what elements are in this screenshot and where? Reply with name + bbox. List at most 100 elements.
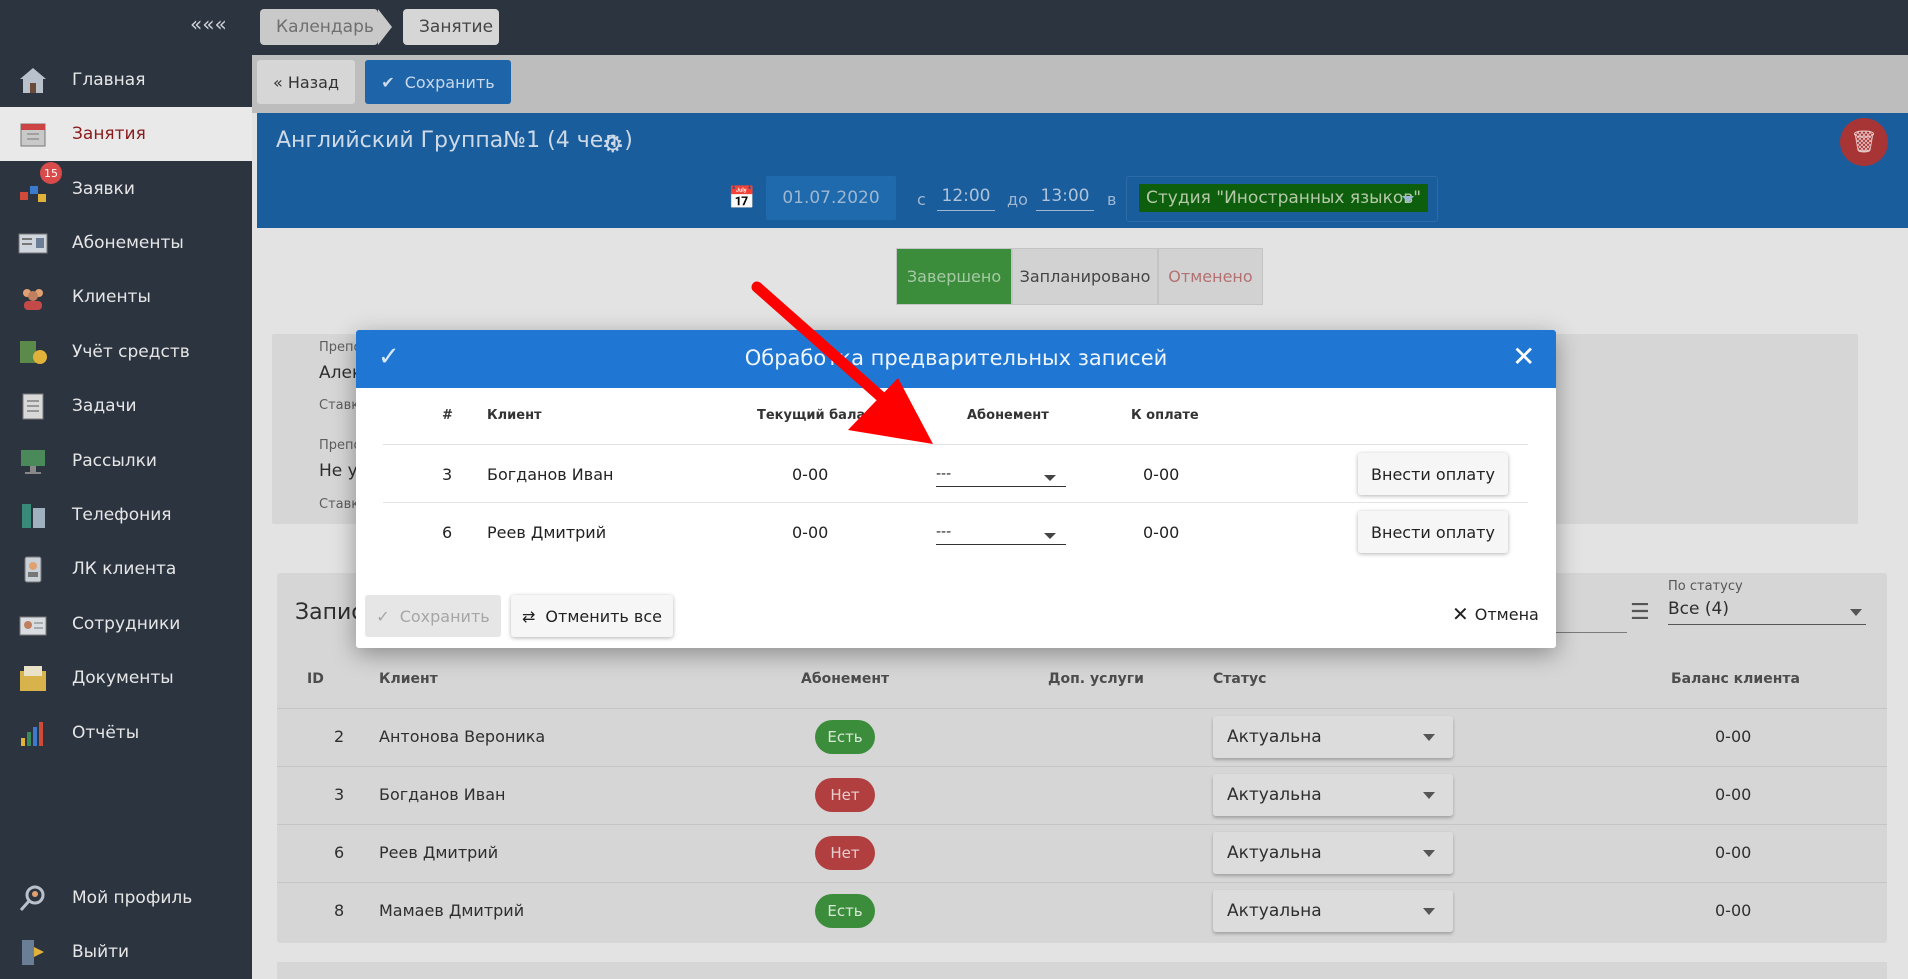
- dialog-subscription-select[interactable]: ---: [936, 524, 1066, 545]
- check-icon: ✔: [381, 72, 395, 92]
- row-id: 8: [334, 901, 345, 920]
- sidebar-item-label: Документы: [72, 668, 174, 688]
- divider: [383, 502, 1528, 503]
- sidebar-item-label: Телефония: [72, 505, 172, 525]
- cancel-all-button[interactable]: ⇄ Отменить все: [511, 595, 673, 637]
- row-balance: 0-00: [1715, 843, 1752, 862]
- sidebar-item-subscriptions[interactable]: Абонементы: [0, 216, 252, 270]
- row-client[interactable]: Мамаев Дмитрий: [379, 901, 524, 920]
- dialog-row-client: Реев Дмитрий: [487, 523, 607, 542]
- logout-label: Выйти: [72, 942, 130, 962]
- sidebar-item-label: Отчёты: [72, 723, 140, 743]
- home-icon: [18, 65, 48, 95]
- dialog-column-balance: Текущий баланс: [757, 408, 882, 423]
- table-row[interactable]: [277, 766, 1887, 824]
- sidebar-item-label: ЛК клиента: [72, 559, 177, 579]
- dialog-row-client: Богданов Иван: [487, 465, 614, 484]
- column-header-services: Доп. услуги: [1048, 671, 1144, 687]
- rate-label: Ставк: [319, 398, 360, 413]
- sidebar-item-telephony[interactable]: Телефония: [0, 488, 252, 542]
- row-status-select[interactable]: Актуальна: [1213, 890, 1453, 932]
- sidebar-item-reports[interactable]: Отчёты: [0, 706, 252, 760]
- table-row[interactable]: [277, 824, 1887, 882]
- delete-lesson-button[interactable]: 🗑: [1840, 118, 1888, 166]
- rate2-label: Ставк: [319, 497, 360, 512]
- tab-planned[interactable]: Запланировано: [1012, 248, 1158, 305]
- subscription-badge: Нет: [815, 836, 875, 870]
- dialog-cancel-button[interactable]: ✕ Отмена: [1452, 602, 1539, 626]
- calendar-icon: [18, 119, 48, 149]
- gear-icon[interactable]: ⚙: [602, 130, 624, 158]
- add-payment-button[interactable]: Внести оплату: [1358, 453, 1508, 495]
- dialog-subscription-select[interactable]: ---: [936, 466, 1066, 487]
- sidebar-item-mailings[interactable]: Рассылки: [0, 434, 252, 488]
- row-balance: 0-00: [1715, 727, 1752, 746]
- filter-icon[interactable]: ☰: [1630, 600, 1650, 625]
- breadcrumb-calendar[interactable]: Календарь: [260, 9, 392, 45]
- sidebar-item-staff[interactable]: Сотрудники: [0, 597, 252, 651]
- dialog-column-subscription: Абонемент: [967, 408, 1049, 423]
- chevron-down-icon[interactable]: [1402, 196, 1414, 203]
- row-balance: 0-00: [1715, 901, 1752, 920]
- row-client[interactable]: Реев Дмитрий: [379, 843, 498, 862]
- sidebar-item-finance[interactable]: Учёт средств: [0, 325, 252, 379]
- save-button-label: Сохранить: [404, 72, 495, 92]
- sidebar-collapse-button[interactable]: «««: [190, 12, 227, 36]
- add-payment-button[interactable]: Внести оплату: [1358, 511, 1508, 553]
- sidebar-item-label: Учёт средств: [72, 342, 190, 362]
- clients-icon: [18, 282, 48, 312]
- row-client[interactable]: Антонова Вероника: [379, 727, 545, 746]
- tab-completed[interactable]: Завершено: [896, 248, 1012, 305]
- client-account-icon: [18, 554, 48, 584]
- row-balance: 0-00: [1715, 785, 1752, 804]
- sidebar-item-profile[interactable]: Мой профиль: [0, 871, 252, 925]
- money-icon: [18, 337, 48, 367]
- search-field[interactable]: [1555, 632, 1627, 633]
- lesson-title: Английский Группа№1 (4 чел.): [276, 128, 633, 153]
- studio-value: Студия "Иностранных языков": [1139, 184, 1429, 212]
- row-status-select[interactable]: Актуальна: [1213, 774, 1453, 816]
- sidebar-item-requests[interactable]: 15 Заявки: [0, 162, 252, 216]
- save-button[interactable]: ✔ Сохранить: [365, 60, 511, 104]
- dialog-column-to-pay: К оплате: [1131, 408, 1199, 423]
- dialog-column-num: #: [442, 408, 453, 423]
- time-to-field[interactable]: 13:00: [1036, 186, 1094, 211]
- mailing-icon: [18, 446, 48, 476]
- in-label: в: [1107, 190, 1117, 209]
- dialog-save-button[interactable]: ✓ Сохранить: [365, 595, 501, 637]
- dialog-row-to-pay: 0-00: [1143, 523, 1180, 542]
- divider: [383, 444, 1528, 445]
- sidebar-item-tasks[interactable]: Задачи: [0, 379, 252, 433]
- back-button[interactable]: « Назад: [257, 60, 355, 104]
- sidebar: ««« Главная Занятия 15 Заявки Абонементы…: [0, 0, 252, 979]
- sidebar-item-home[interactable]: Главная: [0, 53, 252, 107]
- subscription-icon: [18, 228, 48, 258]
- row-status-select[interactable]: Актуальна: [1213, 832, 1453, 874]
- subscription-badge: Нет: [815, 778, 875, 812]
- next-card: [277, 962, 1887, 979]
- date-field[interactable]: 01.07.2020: [766, 176, 896, 220]
- sidebar-item-logout[interactable]: Выйти: [0, 925, 252, 979]
- sidebar-item-clients[interactable]: Клиенты: [0, 270, 252, 324]
- dialog-row-to-pay: 0-00: [1143, 465, 1180, 484]
- time-from-field[interactable]: 12:00: [937, 186, 995, 211]
- row-status-select[interactable]: Актуальна: [1213, 716, 1453, 758]
- cancel-all-label: Отменить все: [545, 606, 662, 626]
- sidebar-item-client-account[interactable]: ЛК клиента: [0, 542, 252, 596]
- close-icon: ✕: [1452, 602, 1469, 626]
- sidebar-item-label: Заявки: [72, 179, 135, 199]
- row-client[interactable]: Богданов Иван: [379, 785, 505, 804]
- repeat-icon: ⇄: [522, 606, 536, 626]
- sidebar-item-lessons[interactable]: Занятия: [0, 107, 252, 161]
- sidebar-item-label: Занятия: [72, 124, 146, 144]
- close-icon[interactable]: ✕: [1512, 340, 1535, 373]
- column-header-status: Статус: [1213, 671, 1267, 687]
- requests-badge: 15: [40, 162, 62, 184]
- requests-icon: 15: [18, 162, 62, 204]
- tab-cancelled[interactable]: Отменено: [1158, 248, 1263, 305]
- calendar-date-icon[interactable]: 📅: [728, 186, 755, 211]
- sidebar-item-label: Сотрудники: [72, 614, 181, 634]
- records-title: Запис: [295, 600, 364, 625]
- sidebar-item-documents[interactable]: Документы: [0, 651, 252, 705]
- status-filter-select[interactable]: Все (4): [1668, 599, 1866, 625]
